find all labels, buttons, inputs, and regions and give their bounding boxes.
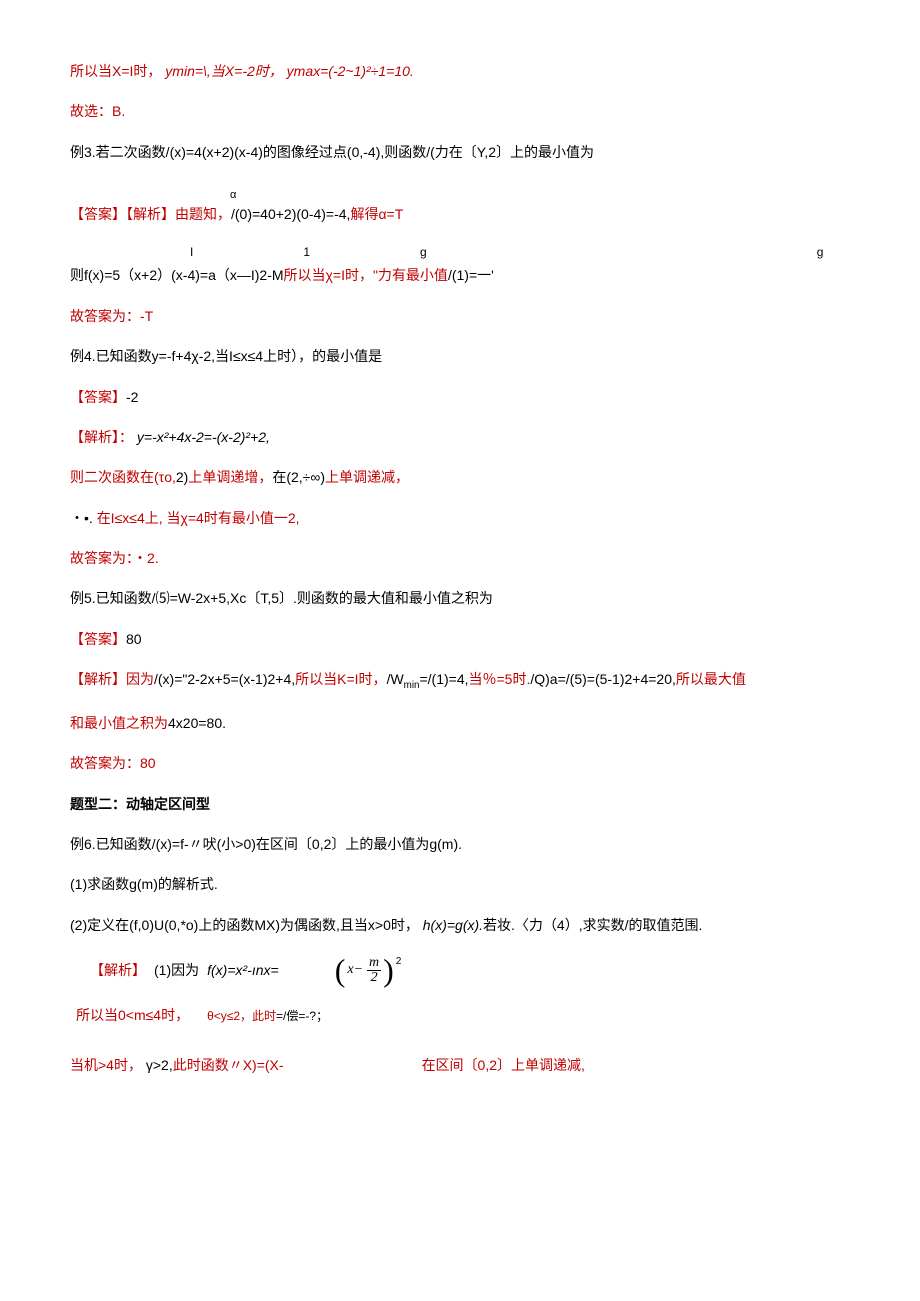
text: 在I≤x≤4上, bbox=[97, 510, 163, 526]
text: 和最小值之积为 bbox=[70, 715, 168, 731]
text: f(x)=x²-ınx= bbox=[207, 959, 279, 981]
line-6: 故答案为：-T bbox=[70, 305, 850, 327]
text: 所以当χ=I时，"力 bbox=[284, 267, 392, 283]
text: 【解析】 bbox=[70, 671, 126, 687]
text: 2) bbox=[176, 469, 188, 485]
line-14: 【答案】80 bbox=[70, 628, 850, 650]
heading-type-2: 题型二：动轴定区间型 bbox=[70, 793, 850, 815]
text: ymax=(-2~1)²÷1=10. bbox=[287, 63, 414, 79]
text: ymin=\,当X=-2时， bbox=[165, 63, 282, 79]
text: 【答案】 bbox=[70, 389, 126, 405]
line-19: 例6.已知函数/(x)=f-〃吠(小>0)在区间〔0,2〕上的最小值为g(m). bbox=[70, 833, 850, 855]
text: 在区间〔0,2〕上单调递减, bbox=[422, 1054, 585, 1076]
text: /(x)="2-2x+5=(x-1)2+4, bbox=[154, 671, 295, 687]
sup-char: I bbox=[190, 243, 193, 262]
text: 若妆.〈力（4）,求实数/的取值范围. bbox=[483, 917, 702, 933]
line-2: 故选：B. bbox=[70, 100, 850, 122]
line-21: (2)定义在(f,0)U(0,*o)上的函数MX)为偶函数,且当x>0时， h(… bbox=[70, 914, 850, 936]
line-13: 例5.已知函数/⑸=W-2x+5,Xc〔T,5〕.则函数的最大值和最小值之积为 bbox=[70, 587, 850, 609]
line-12: 故答案为：・2. bbox=[70, 547, 850, 569]
sup-char: g bbox=[817, 243, 824, 262]
text: 所以最大值 bbox=[676, 671, 746, 687]
frac-exponent: 2 bbox=[396, 954, 401, 970]
text: θ<y≤2，此时 bbox=[207, 1009, 276, 1023]
text: 此时函数〃X)=(X- bbox=[173, 1057, 284, 1073]
text: 【答案】【解析】 bbox=[70, 206, 175, 222]
text: -2 bbox=[126, 389, 138, 405]
sup-row: I 1 g g bbox=[70, 243, 850, 262]
text: 因为 bbox=[126, 671, 154, 687]
sup-char: 1 bbox=[303, 243, 310, 262]
text: 当％=5时. bbox=[469, 671, 531, 687]
line-24: 当机>4时， γ>2,此时函数〃X)=(X- 在区间〔0,2〕上单调递减, bbox=[70, 1054, 850, 1076]
text: 所以当K=I时， bbox=[295, 671, 386, 687]
frac-denominator: 2 bbox=[369, 971, 380, 985]
text: 80 bbox=[126, 631, 142, 647]
line-17: 故答案为：80 bbox=[70, 752, 850, 774]
text: 上单调递增， bbox=[188, 469, 272, 485]
text: /(1)=一' bbox=[448, 267, 494, 283]
text: 在(2,÷∞) bbox=[272, 469, 325, 485]
text: /Q)a=/(5)=(5-1)2+4=20, bbox=[530, 671, 676, 687]
line-7: 例4.已知函数y=-f+4χ-2,当I≤x≤4上时），的最小值是 bbox=[70, 345, 850, 367]
line-4: 【答案】【解析】由题知，/(0)=40+2)(0-4)=-4,解得α=T bbox=[70, 203, 850, 225]
right-paren-icon: ) bbox=[383, 954, 394, 986]
text: 当χ=4 bbox=[167, 510, 204, 526]
text: 【解析】： bbox=[70, 429, 133, 445]
line-3: 例3.若二次函数/(x)=4(x+2)(x-4)的图像经过点(0,-4),则函数… bbox=[70, 141, 850, 163]
line-8: 【答案】-2 bbox=[70, 386, 850, 408]
text: γ>2, bbox=[146, 1057, 173, 1073]
fraction-expression: ( x− m 2 ) 2 bbox=[335, 954, 402, 986]
text: 有最小值 bbox=[392, 267, 448, 283]
line-20: (1)求函数g(m)的解析式. bbox=[70, 873, 850, 895]
text: ・•. bbox=[70, 510, 93, 526]
text: /W bbox=[387, 671, 404, 687]
text: 4x20=80. bbox=[168, 715, 226, 731]
text: 所以当0<m≤4时， bbox=[76, 1004, 189, 1026]
left-paren-icon: ( bbox=[335, 954, 346, 986]
line-23: 所以当0<m≤4时， θ<y≤2，此时=/偿=-?； bbox=[70, 1004, 850, 1026]
text: 时有最小值一2, bbox=[204, 510, 300, 526]
text: (2)定义在(f,0)U(0,*o)上的函数MX)为偶函数,且当x>0时， bbox=[70, 917, 419, 933]
line-11: ・•. 在I≤x≤4上, 当χ=4时有最小值一2, bbox=[70, 507, 850, 529]
frac-numerator: m bbox=[367, 956, 381, 971]
text: y=-x²+4x-2=-(x-2)²+2, bbox=[137, 429, 270, 445]
subscript: min bbox=[404, 680, 420, 691]
text: 当机>4时， bbox=[70, 1057, 142, 1073]
text: 所以当X=I时， bbox=[70, 63, 161, 79]
text: 解得α=T bbox=[350, 206, 403, 222]
text: 【答案】 bbox=[70, 631, 126, 647]
line-9: 【解析】： y=-x²+4x-2=-(x-2)²+2, bbox=[70, 426, 850, 448]
text: 则f(x)=5（x+2）(x-4)=a（x—I)2-M bbox=[70, 267, 284, 283]
text: 【解析】 bbox=[90, 959, 146, 981]
text: 则二次函数在(τo, bbox=[70, 469, 176, 485]
line-1: 所以当X=I时， ymin=\,当X=-2时， ymax=(-2~1)²÷1=1… bbox=[70, 60, 850, 82]
text: /(0)=40+2)(0-4)=-4, bbox=[231, 206, 350, 222]
line-5: 则f(x)=5（x+2）(x-4)=a（x—I)2-M所以当χ=I时，"力有最小… bbox=[70, 264, 850, 286]
frac-x: x− bbox=[347, 962, 363, 977]
line-16: 和最小值之积为4x20=80. bbox=[70, 712, 850, 734]
line-10: 则二次函数在(τo,2)上单调递增，在(2,÷∞)上单调递减， bbox=[70, 466, 850, 488]
text: 由题知， bbox=[175, 206, 231, 222]
text: =/偿=-?； bbox=[276, 1009, 328, 1023]
line-22: 【解析】 (1)因为 f(x)=x²-ınx= ( x− m 2 ) 2 bbox=[70, 954, 850, 986]
line-15: 【解析】因为/(x)="2-2x+5=(x-1)2+4,所以当K=I时，/Wmi… bbox=[70, 668, 850, 693]
sup-char: g bbox=[420, 243, 427, 262]
text: 上单调递减， bbox=[325, 469, 409, 485]
text: h(x)=g(x). bbox=[423, 917, 483, 933]
text: (1)因为 bbox=[154, 959, 199, 981]
text: =/(1)=4, bbox=[419, 671, 468, 687]
